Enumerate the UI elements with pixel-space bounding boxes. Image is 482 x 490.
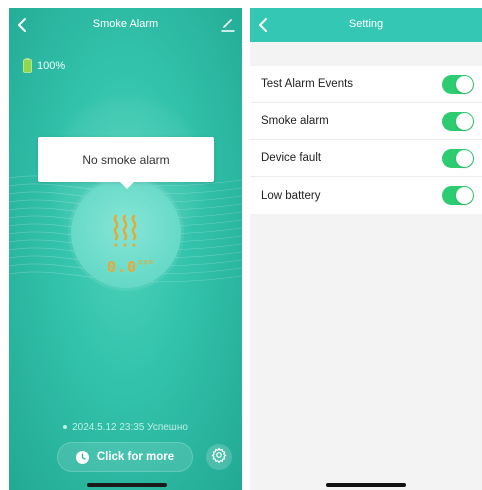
home-indicator	[87, 483, 167, 487]
smoke-alarm-screen: Smoke Alarm 100% 0.0ppm No smoke alarm 2…	[9, 8, 242, 490]
setting-row-device-fault[interactable]: Device fault	[250, 140, 482, 177]
toggle-knob	[456, 150, 473, 167]
page-title: Smoke Alarm	[92, 18, 159, 30]
battery-level: 100%	[37, 59, 66, 72]
toggle-switch[interactable]	[442, 75, 474, 94]
top-bar: Smoke Alarm	[9, 8, 242, 42]
setting-label: Smoke alarm	[261, 115, 329, 127]
home-indicator	[326, 483, 406, 487]
setting-screen: Setting Test Alarm Events Smoke alarm De…	[250, 8, 482, 490]
setting-label: Low battery	[261, 189, 321, 202]
click-for-more-button[interactable]: Click for more	[57, 442, 193, 472]
setting-label: Device fault	[261, 152, 322, 164]
toggle-knob	[456, 187, 473, 204]
battery-icon	[23, 58, 32, 73]
toggle-knob	[456, 76, 473, 93]
page-title: Setting	[348, 18, 384, 30]
edit-icon[interactable]	[220, 15, 236, 33]
toggle-knob	[456, 113, 473, 130]
top-bar: Setting	[250, 8, 482, 42]
reading-unit: ppm	[138, 258, 154, 266]
setting-row-test-alarm-events[interactable]: Test Alarm Events	[250, 66, 482, 103]
setting-label: Test Alarm Events	[261, 78, 354, 90]
toggle-switch[interactable]	[442, 112, 474, 131]
last-update-line: 2024.5.12 23:35 Успешно	[9, 422, 242, 433]
clock-icon	[75, 450, 89, 464]
gear-icon	[211, 446, 227, 468]
status-dot	[63, 425, 68, 430]
setting-row-smoke-alarm[interactable]: Smoke alarm	[250, 103, 482, 140]
click-for-more-label: Click for more	[96, 451, 175, 463]
battery-status: 100%	[23, 58, 65, 73]
settings-list: Test Alarm Events Smoke alarm Device fau…	[250, 66, 482, 214]
status-bubble: No smoke alarm	[38, 137, 214, 189]
toggle-switch[interactable]	[442, 149, 474, 168]
last-update-text: 2024.5.12 23:35 Успешно	[72, 422, 188, 433]
smoke-reading: 0.0ppm	[107, 258, 154, 276]
alarm-status-text: No smoke alarm	[82, 152, 170, 167]
settings-button[interactable]	[206, 444, 232, 470]
smoke-icon	[107, 213, 143, 249]
reading-value: 0.0	[107, 258, 138, 276]
toggle-switch[interactable]	[442, 186, 474, 205]
setting-row-low-battery[interactable]: Low battery	[250, 177, 482, 214]
